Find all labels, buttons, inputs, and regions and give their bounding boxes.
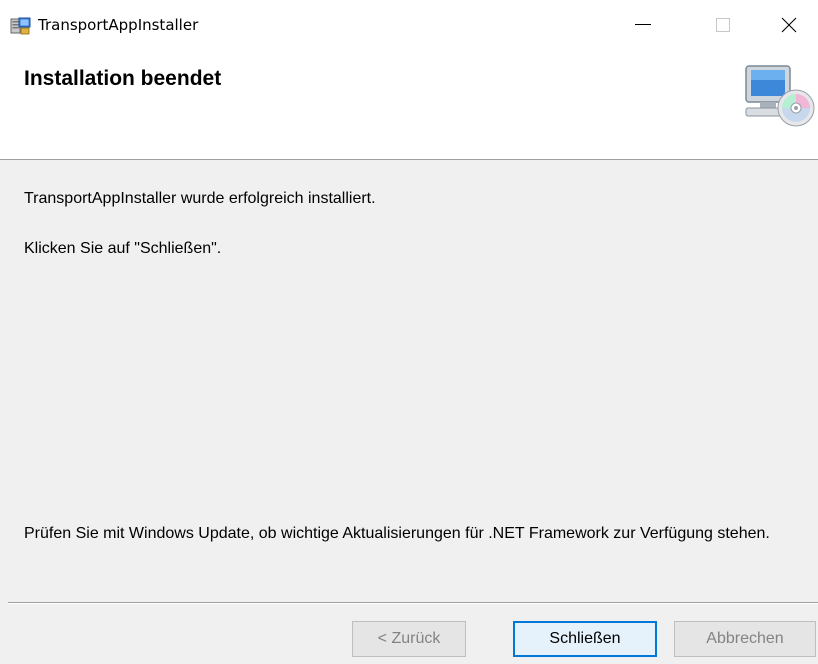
instruction-message: Klicken Sie auf "Schließen".	[24, 240, 222, 257]
window-title: TransportAppInstaller	[38, 16, 199, 34]
content-area: TransportAppInstaller wurde erfolgreich …	[0, 160, 818, 601]
header-banner: Installation beendet	[0, 50, 818, 160]
footer-divider	[8, 602, 818, 604]
maximize-icon	[716, 18, 730, 32]
computer-cd-icon	[742, 62, 818, 128]
installer-app-icon	[10, 16, 32, 36]
success-message: TransportAppInstaller wurde erfolgreich …	[24, 190, 376, 207]
close-window-button[interactable]	[760, 0, 818, 50]
maximize-button	[694, 0, 752, 50]
back-button: < Zurück	[352, 621, 466, 657]
cancel-button: Abbrechen	[674, 621, 816, 657]
minimize-button[interactable]	[614, 0, 672, 50]
title-bar[interactable]: TransportAppInstaller	[0, 0, 818, 50]
minimize-icon	[635, 24, 651, 25]
close-button[interactable]: Schließen	[513, 621, 657, 657]
page-title: Installation beendet	[24, 67, 222, 90]
update-message: Prüfen Sie mit Windows Update, ob wichti…	[24, 525, 770, 542]
close-icon	[781, 17, 797, 33]
